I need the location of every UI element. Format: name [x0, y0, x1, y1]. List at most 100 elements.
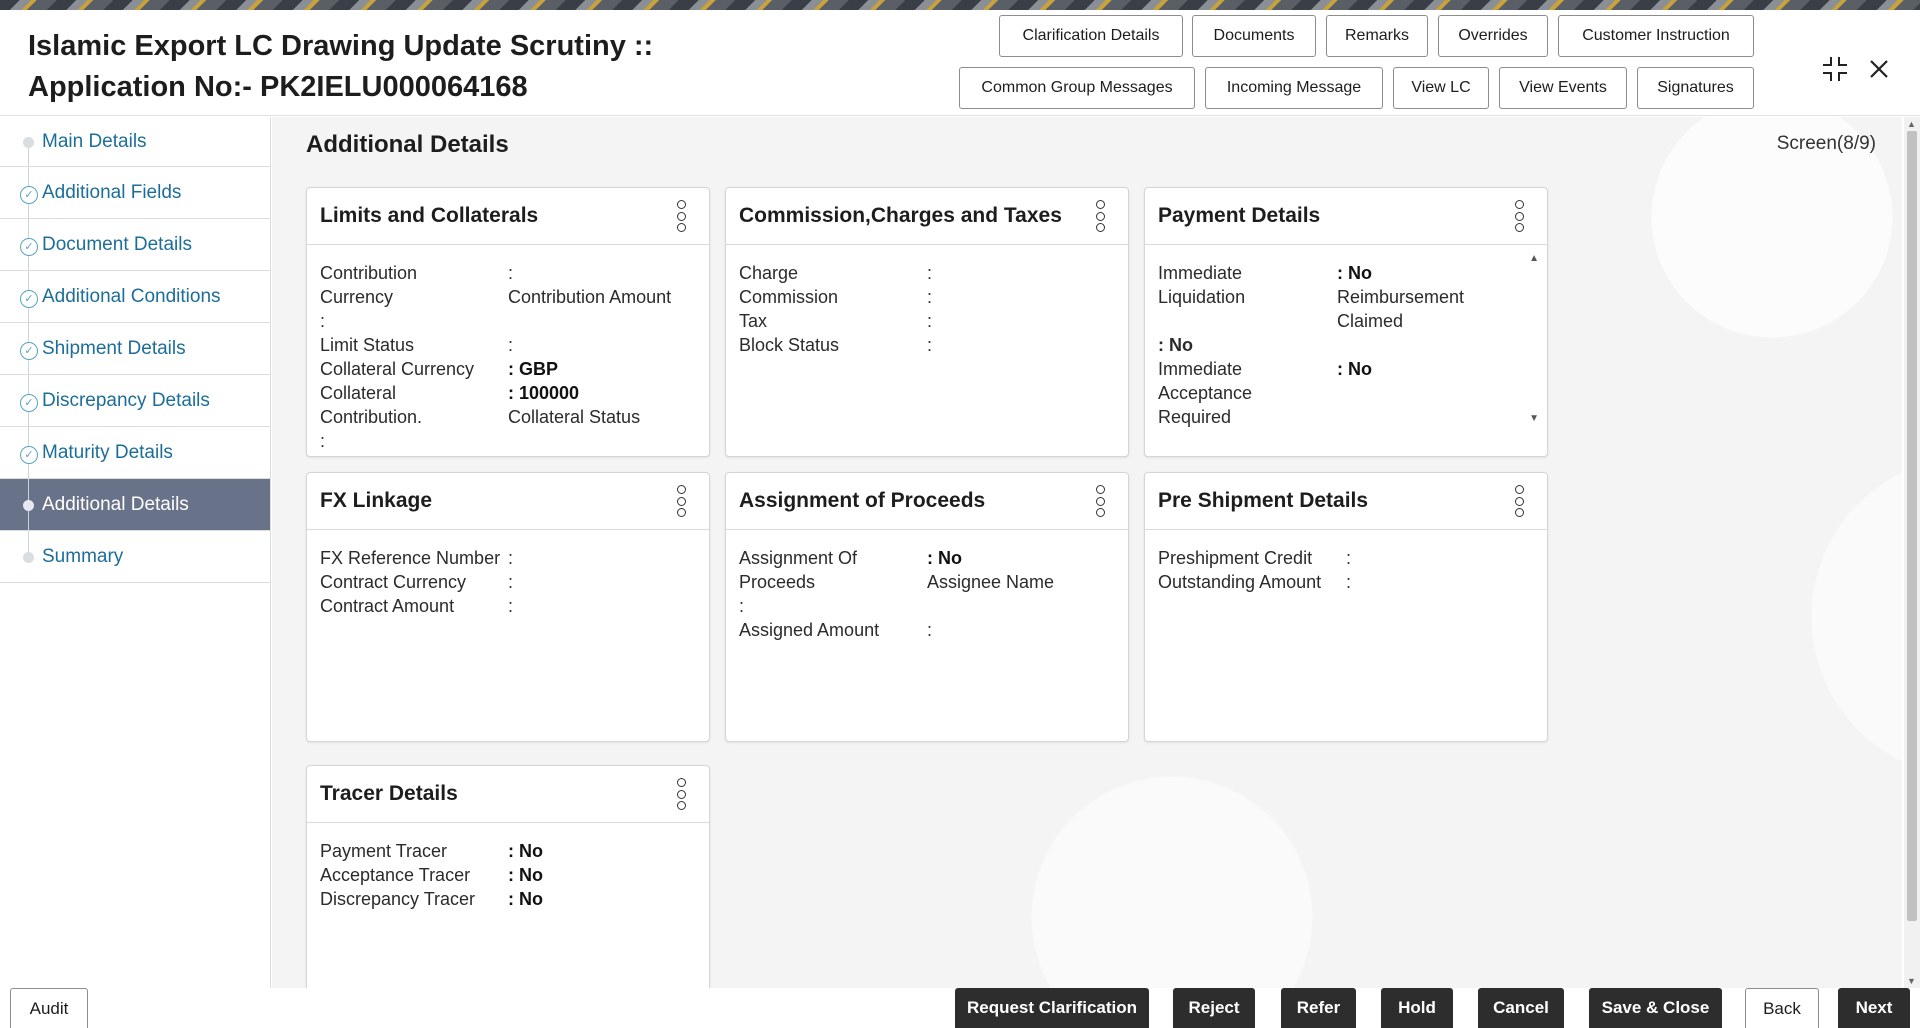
card-fx-linkage: FX Linkage FX Reference Number : Contrac… — [306, 472, 710, 742]
card-title: FX Linkage — [320, 489, 432, 513]
sidebar-item-shipment-details[interactable]: ✓ Shipment Details — [0, 323, 270, 375]
field-contract-currency: Contract Currency : — [320, 570, 696, 594]
sidebar-item-label: Document Details — [42, 234, 192, 256]
sidebar-item-maturity-details[interactable]: ✓ Maturity Details — [0, 427, 270, 479]
card-header: FX Linkage — [307, 473, 709, 530]
field-assignee-name: Proceeds Assignee Name — [739, 570, 1115, 594]
sidebar-item-additional-conditions[interactable]: ✓ Additional Conditions — [0, 271, 270, 323]
reject-button[interactable]: Reject — [1173, 988, 1255, 1028]
field-acceptance-tracer: Acceptance Tracer : No — [320, 863, 696, 887]
card-title: Payment Details — [1158, 204, 1320, 228]
more-options-icon[interactable] — [675, 485, 687, 517]
field-colon-row: : — [320, 309, 696, 333]
field-collateral-currency: Collateral Currency : GBP — [320, 357, 696, 381]
compress-icon[interactable] — [1820, 54, 1850, 84]
field-contribution-amount: Currency Contribution Amount — [320, 285, 696, 309]
card-tracer-details: Tracer Details Payment Tracer : No Accep… — [306, 765, 710, 1005]
card-body: Preshipment Credit : Outstanding Amount … — [1145, 530, 1547, 594]
field-label: Assigned Amount — [739, 618, 927, 642]
documents-button[interactable]: Documents — [1192, 15, 1316, 57]
cancel-button[interactable]: Cancel — [1478, 988, 1564, 1028]
view-events-button[interactable]: View Events — [1499, 67, 1627, 109]
scroll-down-icon[interactable]: ▼ — [1529, 407, 1539, 431]
field-tax: Tax : — [739, 309, 1115, 333]
field-label: Collateral Status — [508, 405, 696, 429]
field-assigned-amount: Assigned Amount : — [739, 618, 1115, 642]
field-label: Immediate — [1158, 261, 1337, 285]
field-value: : No — [1337, 359, 1372, 379]
card-commission-charges-taxes: Commission,Charges and Taxes Charge : Co… — [725, 187, 1129, 457]
field-colon-row: : — [739, 594, 1115, 618]
sidebar-item-main-details[interactable]: Main Details — [0, 117, 270, 167]
card-body: Contribution : Currency Contribution Amo… — [307, 245, 709, 453]
field-label: Immediate — [1158, 357, 1337, 381]
card-header: Limits and Collaterals — [307, 188, 709, 245]
field-collateral-status: Contribution. Collateral Status — [320, 405, 696, 429]
field-value: : No — [508, 889, 543, 909]
sidebar-item-additional-details[interactable]: Additional Details — [0, 479, 270, 531]
more-options-icon[interactable] — [1513, 485, 1525, 517]
incoming-message-button[interactable]: Incoming Message — [1205, 67, 1383, 109]
more-options-icon[interactable] — [675, 200, 687, 232]
field-value: : No — [927, 548, 962, 568]
sidebar-item-additional-fields[interactable]: ✓ Additional Fields — [0, 167, 270, 219]
more-options-icon[interactable] — [1094, 200, 1106, 232]
field-value: : — [927, 261, 1115, 285]
save-close-button[interactable]: Save & Close — [1589, 988, 1722, 1028]
card-header: Pre Shipment Details — [1145, 473, 1547, 530]
field-value: : No — [508, 841, 543, 861]
sidebar-item-label: Additional Fields — [42, 182, 181, 204]
card-title: Limits and Collaterals — [320, 204, 538, 228]
sidebar-item-discrepancy-details[interactable]: ✓ Discrepancy Details — [0, 375, 270, 427]
check-circle-icon: ✓ — [20, 290, 38, 308]
application-number: Application No:- PK2IELU000064168 — [28, 67, 788, 108]
signatures-button[interactable]: Signatures — [1637, 67, 1754, 109]
customer-instruction-button[interactable]: Customer Instruction — [1558, 15, 1754, 57]
check-circle-icon: ✓ — [20, 446, 38, 464]
view-lc-button[interactable]: View LC — [1393, 67, 1489, 109]
more-options-icon[interactable] — [1513, 200, 1525, 232]
sidebar-nav: Main Details ✓ Additional Fields ✓ Docum… — [0, 117, 271, 988]
more-options-icon[interactable] — [1094, 485, 1106, 517]
field-value: : — [927, 618, 1115, 642]
field-value: : — [320, 429, 508, 453]
field-value: : — [508, 594, 696, 618]
field-label: Reimbursement — [1337, 285, 1523, 309]
back-button[interactable]: Back — [1745, 988, 1819, 1028]
refer-button[interactable]: Refer — [1281, 988, 1356, 1028]
section-title: Additional Details — [306, 131, 509, 159]
overrides-button[interactable]: Overrides — [1438, 15, 1548, 57]
field-label: Contract Currency — [320, 570, 508, 594]
sidebar-item-label: Discrepancy Details — [42, 390, 210, 412]
audit-button[interactable]: Audit — [10, 988, 88, 1028]
more-options-icon[interactable] — [675, 778, 687, 810]
request-clarification-button[interactable]: Request Clarification — [955, 988, 1149, 1028]
card-body: Payment Tracer : No Acceptance Tracer : … — [307, 823, 709, 911]
scroll-down-icon[interactable]: ▼ — [1907, 976, 1916, 986]
card-title: Tracer Details — [320, 782, 458, 806]
card-payment-details: Payment Details ▲ Immediate : No Liquida… — [1144, 187, 1548, 457]
card-header: Assignment of Proceeds — [726, 473, 1128, 530]
sidebar-item-summary[interactable]: Summary — [0, 531, 270, 583]
close-icon[interactable] — [1864, 54, 1894, 84]
field-label: Currency — [320, 285, 508, 309]
check-circle-icon: ✓ — [20, 394, 38, 412]
hold-button[interactable]: Hold — [1381, 988, 1453, 1028]
field-value: : — [927, 285, 1115, 309]
remarks-button[interactable]: Remarks — [1326, 15, 1428, 57]
common-group-messages-button[interactable]: Common Group Messages — [959, 67, 1195, 109]
scroll-up-icon[interactable]: ▲ — [1529, 247, 1539, 271]
field-commission: Commission : — [739, 285, 1115, 309]
page-scrollbar[interactable]: ▲ ▼ — [1904, 117, 1920, 988]
next-button[interactable]: Next — [1838, 988, 1910, 1028]
sidebar-item-document-details[interactable]: ✓ Document Details — [0, 219, 270, 271]
field-label: Block Status — [739, 333, 927, 357]
field-limit-status: Limit Status : — [320, 333, 696, 357]
scrollbar-thumb[interactable] — [1907, 131, 1917, 921]
scroll-up-icon[interactable]: ▲ — [1907, 119, 1916, 129]
field-label: Limit Status — [320, 333, 508, 357]
clarification-details-button[interactable]: Clarification Details — [999, 15, 1183, 57]
step-dot-icon — [23, 552, 34, 563]
field-value: : — [927, 309, 1115, 333]
field-label: Acceptance — [1158, 381, 1337, 405]
